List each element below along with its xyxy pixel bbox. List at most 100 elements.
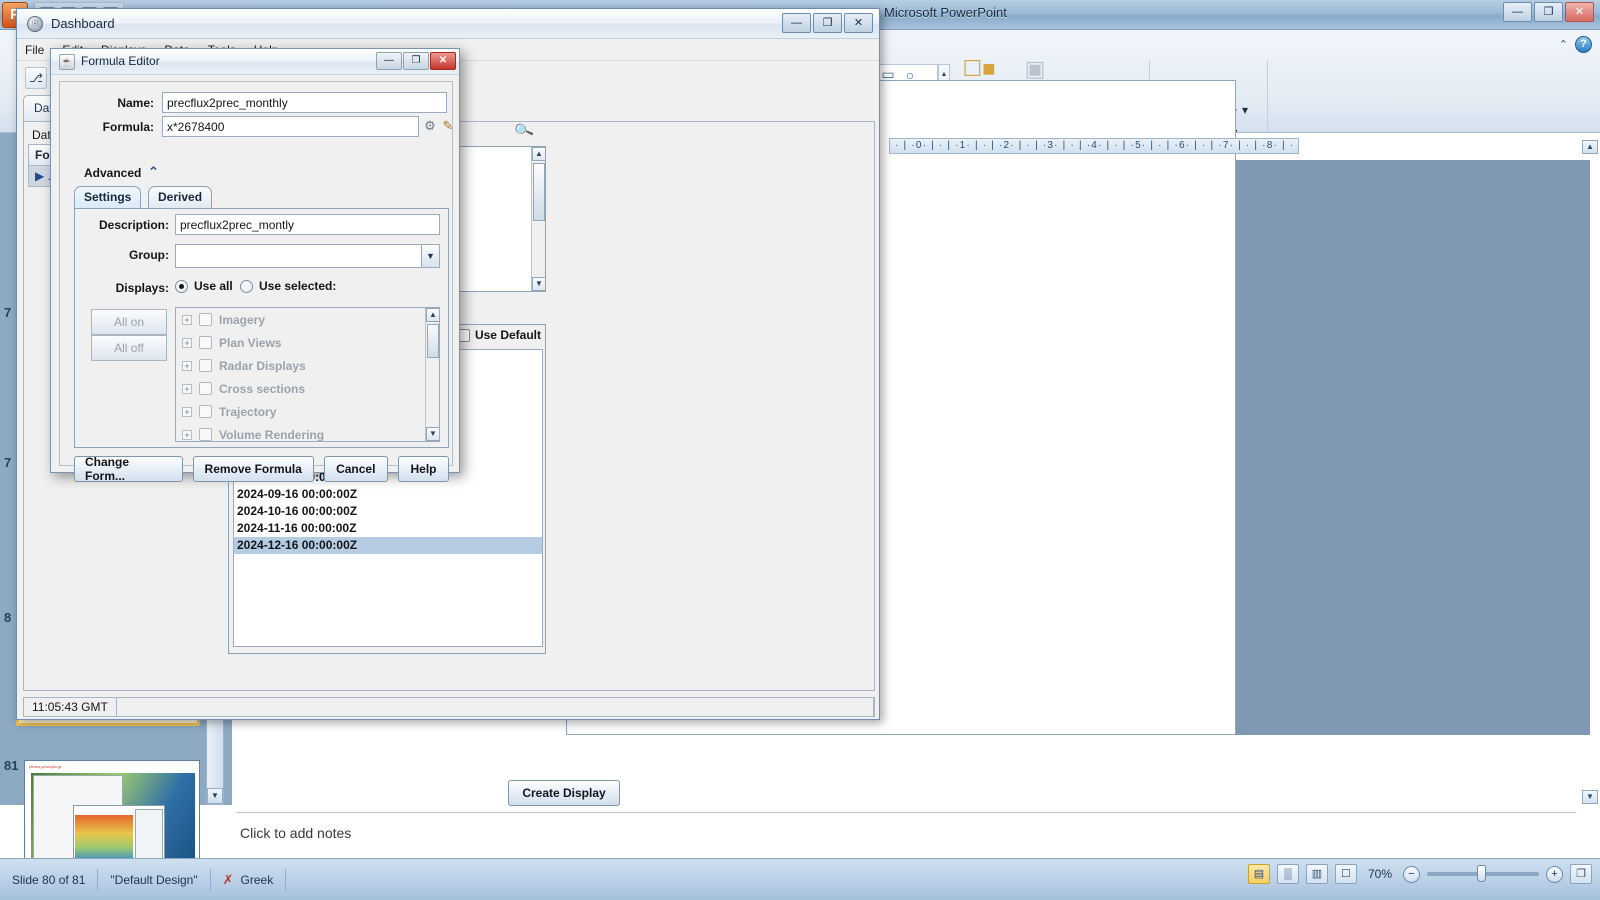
scrollbar-thumb[interactable] [533,163,545,221]
language-label: Greek [240,872,274,887]
use-all-radio-row[interactable]: Use all [175,279,233,293]
scrollbar-thumb[interactable] [427,324,439,358]
scroll-up-icon[interactable]: ▲ [1582,140,1598,154]
tab-derived[interactable]: Derived [148,186,213,208]
display-type-checkbox[interactable] [199,359,212,372]
close-button[interactable]: ✕ [1565,2,1594,22]
all-on-button[interactable]: All on [91,309,167,335]
scroll-down-icon[interactable]: ▼ [1582,790,1598,804]
display-type-checkbox[interactable] [199,313,212,326]
expand-plus-icon[interactable]: + [182,337,192,348]
cancel-button[interactable]: Cancel [323,456,389,482]
time-list-item-selected[interactable]: 2024-12-16 00:00:00Z [234,537,542,554]
help-icon[interactable]: ? [1575,36,1592,53]
use-selected-label: Use selected: [259,279,337,293]
display-types-list[interactable]: + Imagery + Plan Views + Radar Displays [175,307,440,442]
menu-file[interactable]: File [25,43,44,57]
display-type-checkbox[interactable] [199,428,212,441]
use-selected-radio-row[interactable]: Use selected: [240,279,336,293]
zoom-in-button[interactable]: + [1546,865,1563,883]
minimize-button[interactable]: — [1503,2,1532,22]
thumbnail-number: 7 [4,305,12,320]
use-default-label: Use Default [474,328,541,342]
chevron-up-icon[interactable]: ▲ [941,71,948,78]
tab-settings[interactable]: Settings [74,186,142,208]
name-input[interactable]: precflux2prec_monthly [162,92,447,113]
help-button[interactable]: Help [398,456,449,482]
time-list-item[interactable]: 2024-09-16 00:00:00Z [234,486,542,503]
group-label: Group: [129,248,169,262]
theme-name[interactable]: "Default Design" [98,868,211,891]
displays-tree-scrollbar[interactable]: ▲ ▼ [531,147,545,291]
spellcheck-icon[interactable]: ✗ [223,869,234,891]
create-display-button[interactable]: Create Display [508,780,620,806]
minimize-button[interactable]: — [376,52,402,70]
view-and-zoom-controls: ▤ ▒ ▥ ☐ 70% − + ❐ [1247,864,1592,884]
chevron-down-icon[interactable]: ▼ [426,427,439,441]
change-form-button[interactable]: Change Form... [74,455,183,483]
zoom-slider[interactable] [1427,865,1539,882]
formula-editor-button-row: Change Form... Remove Formula Cancel Hel… [74,455,449,483]
expand-plus-icon[interactable]: + [182,406,192,417]
normal-view-button[interactable]: ▤ [1247,864,1270,884]
close-button[interactable]: ✕ [430,52,456,70]
expand-plus-icon[interactable]: + [182,429,192,440]
display-type-checkbox[interactable] [199,336,212,349]
slide-sorter-button[interactable]: ▒ [1276,864,1299,884]
time-list-item[interactable]: 2024-11-16 00:00:00Z [234,520,542,537]
notes-pane[interactable]: Click to add notes [236,812,1576,858]
formula-editor-dialog[interactable]: ☕ Formula Editor — ❐ ✕ Name: precflux2pr… [50,48,460,483]
chevron-up-icon[interactable]: ▲ [426,308,439,322]
expand-plus-icon[interactable]: + [182,314,192,325]
expand-plus-icon[interactable]: + [182,383,192,394]
reading-view-button[interactable]: ▥ [1305,864,1328,884]
catalog-icon[interactable]: ⎇ [25,67,47,89]
gear-icon[interactable]: ⚙ [422,118,438,134]
use-all-label: Use all [194,279,233,293]
use-default-row[interactable]: Use Default [456,328,541,342]
restore-button[interactable]: ❐ [403,52,429,70]
group-combobox[interactable]: ▼ [175,244,440,268]
expand-arrow-icon[interactable]: ▶ [35,169,44,183]
display-type-row[interactable]: + Trajectory [176,400,439,423]
edit-notepad-icon[interactable]: ✎ [440,118,456,134]
close-button[interactable]: ✕ [844,13,873,33]
zoom-out-button[interactable]: − [1403,865,1420,883]
restore-button[interactable]: ❐ [813,13,842,33]
language-status[interactable]: ✗ Greek [211,868,287,891]
use-all-radio[interactable] [175,279,188,293]
display-type-checkbox[interactable] [199,405,212,418]
fit-to-window-button[interactable]: ❐ [1570,864,1592,884]
use-selected-radio[interactable] [240,279,253,293]
formula-input[interactable]: x*2678400 [162,116,419,137]
chevron-up-icon[interactable]: ▲ [532,147,545,161]
collapse-ribbon-icon[interactable]: ⌃ [1559,38,1568,51]
chevron-down-icon[interactable]: ▼ [207,788,223,804]
display-type-row[interactable]: + Volume Rendering [176,423,439,442]
slideshow-button[interactable]: ☐ [1334,864,1357,884]
description-input[interactable]: precflux2prec_montly [175,214,440,235]
display-type-row[interactable]: + Radar Displays [176,354,439,377]
all-off-button[interactable]: All off [91,335,167,361]
display-type-row[interactable]: + Imagery [176,308,439,331]
time-list-item[interactable]: 2024-10-16 00:00:00Z [234,503,542,520]
minimize-button[interactable]: — [782,13,811,33]
expand-plus-icon[interactable]: + [182,360,192,371]
remove-formula-button[interactable]: Remove Formula [192,456,314,482]
display-type-row[interactable]: + Plan Views [176,331,439,354]
display-type-checkbox[interactable] [199,382,212,395]
dashboard-window-controls: — ❐ ✕ [782,13,873,33]
display-type-row[interactable]: + Cross sections [176,377,439,400]
zoom-slider-handle[interactable] [1477,865,1486,882]
chevron-down-icon[interactable]: ▼ [421,245,439,267]
displays-label: Displays: [115,281,169,295]
chevron-up-icon[interactable]: ⌃ [148,164,159,180]
chevron-down-icon[interactable]: ▾ [1242,103,1248,117]
thumbnail-title-text: εθνικο μετσοβιο.gr [29,764,62,769]
display-types-scrollbar[interactable]: ▲ ▼ [425,308,439,441]
display-type-label: Volume Rendering [219,427,325,442]
powerpoint-window-controls: — ❐ ✕ [1503,2,1594,22]
chevron-down-icon[interactable]: ▼ [532,277,545,291]
display-type-label: Plan Views [219,335,282,350]
restore-button[interactable]: ❐ [1534,2,1563,22]
